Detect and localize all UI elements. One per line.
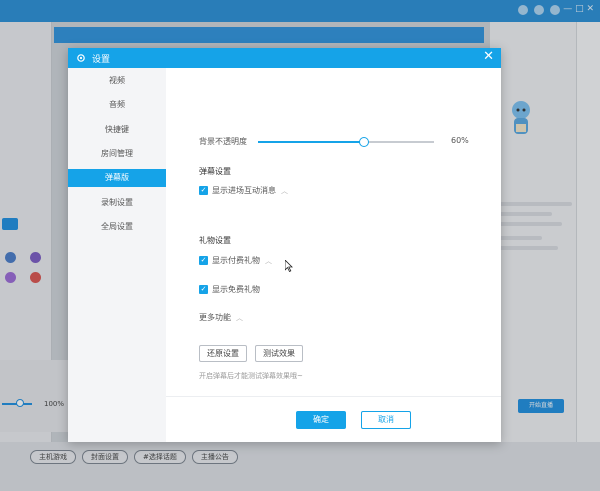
checkbox-checked-icon: ✓	[199, 256, 208, 265]
dialog-title: 设置	[92, 55, 111, 65]
settings-content: 背景不透明度 60% 弹幕设置 ✓ 显示进场互动消息 ︿ 礼物设置 ✓ 显示付费…	[166, 68, 501, 442]
restore-settings-button[interactable]: 还原设置	[199, 345, 247, 362]
opacity-slider-fill	[258, 141, 364, 143]
chevron-up-icon[interactable]: ︿	[281, 186, 288, 196]
nav-item-audio[interactable]: 音频	[68, 96, 166, 114]
nav-item-video[interactable]: 视频	[68, 72, 166, 90]
test-effect-button[interactable]: 测试效果	[255, 345, 303, 362]
nav-item-shortcuts[interactable]: 快捷键	[68, 121, 166, 139]
ok-button[interactable]: 确定	[296, 411, 346, 429]
gift-section-title: 礼物设置	[199, 236, 231, 245]
show-paid-gift-label: 显示付费礼物	[212, 256, 260, 265]
settings-dialog: 设置 ✕ 视频 音频 快捷键 房间管理 弹幕版 录制设置 全局设置 背景不透明度…	[68, 48, 501, 442]
opacity-slider-knob[interactable]	[358, 137, 369, 147]
close-icon[interactable]: ✕	[483, 50, 494, 64]
more-functions-toggle[interactable]: 更多功能 ︿	[199, 312, 243, 323]
show-paid-gift-checkbox[interactable]: ✓ 显示付费礼物 ︿	[199, 255, 272, 266]
mouse-cursor-icon	[285, 260, 293, 272]
test-hint: 开启弹幕后才能测试弹幕效果哦~	[199, 372, 303, 380]
opacity-slider[interactable]	[258, 137, 434, 147]
checkbox-checked-icon: ✓	[199, 186, 208, 195]
chevron-up-icon[interactable]: ︿	[265, 256, 272, 266]
danmaku-section-title: 弹幕设置	[199, 167, 231, 176]
show-free-gift-label: 显示免费礼物	[212, 285, 260, 294]
gear-icon	[77, 54, 85, 62]
settings-nav: 视频 音频 快捷键 房间管理 弹幕版 录制设置 全局设置	[68, 68, 166, 442]
chevron-up-icon[interactable]: ︿	[236, 313, 243, 323]
show-enter-label: 显示进场互动消息	[212, 186, 276, 195]
nav-item-room[interactable]: 房间管理	[68, 145, 166, 163]
footer-divider	[166, 396, 501, 397]
show-free-gift-checkbox[interactable]: ✓ 显示免费礼物	[199, 284, 260, 295]
nav-item-danmaku[interactable]: 弹幕版	[68, 169, 166, 187]
cancel-button[interactable]: 取消	[361, 411, 411, 429]
opacity-label: 背景不透明度	[199, 137, 247, 146]
show-enter-checkbox[interactable]: ✓ 显示进场互动消息 ︿	[199, 185, 288, 196]
more-functions-title: 更多功能	[199, 313, 231, 322]
opacity-value: 60%	[451, 136, 469, 145]
checkbox-checked-icon: ✓	[199, 285, 208, 294]
nav-item-global[interactable]: 全局设置	[68, 218, 166, 236]
nav-item-recording[interactable]: 录制设置	[68, 194, 166, 212]
dialog-header: 设置 ✕	[68, 48, 501, 68]
